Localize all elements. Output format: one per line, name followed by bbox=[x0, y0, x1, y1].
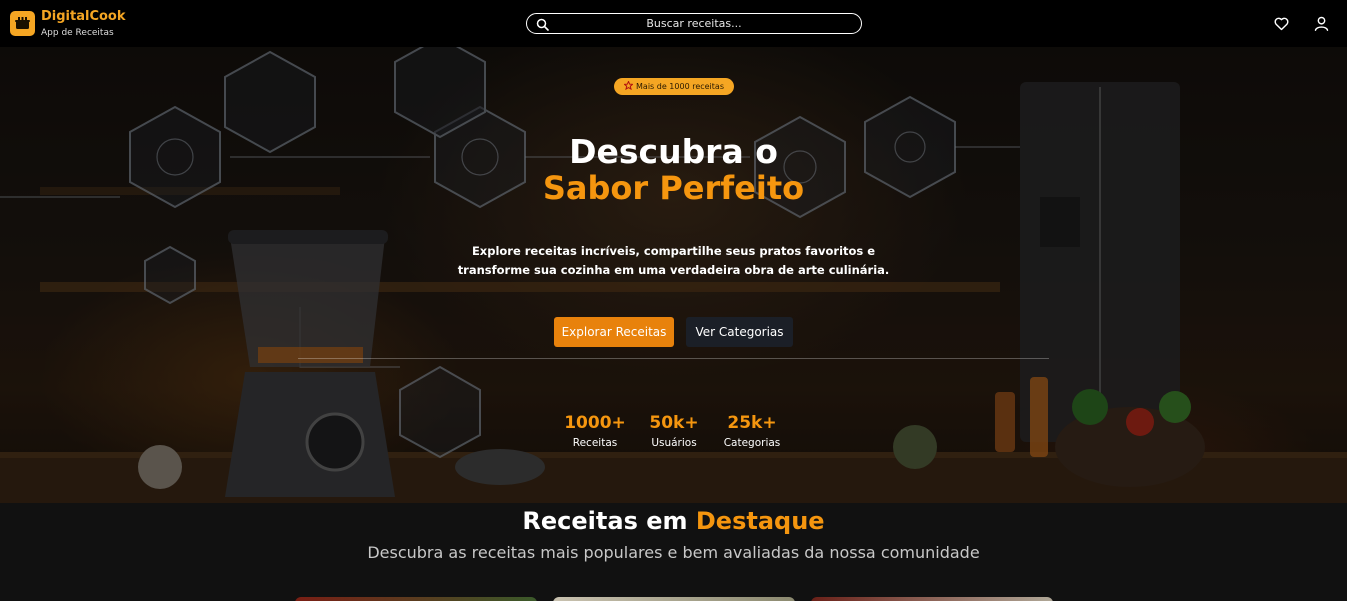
explore-recipes-button[interactable]: Explorar Receitas bbox=[554, 317, 674, 347]
stat-label: Usuários bbox=[651, 437, 697, 449]
hero-section: Mais de 1000 receitas Descubra o Sabor P… bbox=[0, 47, 1347, 503]
featured-title: Receitas em Destaque bbox=[0, 506, 1347, 536]
app-name: DigitalCook bbox=[41, 9, 126, 24]
recipe-card[interactable] bbox=[553, 597, 795, 601]
stat-recipes: 1000+ Receitas bbox=[560, 413, 630, 450]
stat-label: Receitas bbox=[572, 437, 618, 449]
heart-icon[interactable] bbox=[1273, 15, 1290, 32]
hero-title-line2: Sabor Perfeito bbox=[542, 169, 805, 207]
search-icon[interactable] bbox=[536, 16, 549, 35]
featured-title-white: Receitas em bbox=[522, 507, 688, 535]
featured-recipes-section: Receitas em Destaque Descubra as receita… bbox=[0, 503, 1347, 601]
top-navigation-bar: DigitalCook App de Receitas bbox=[0, 0, 1347, 47]
brand-logo[interactable]: DigitalCook App de Receitas bbox=[10, 9, 126, 40]
featured-subtitle: Descubra as receitas mais populares e be… bbox=[367, 543, 980, 562]
stat-value: 50k+ bbox=[649, 413, 699, 433]
stat-value: 25k+ bbox=[727, 413, 777, 433]
stat-label: Categorias bbox=[723, 437, 781, 449]
hero-description: Explore receitas incríveis, compartilhe … bbox=[457, 244, 890, 277]
badge-label: Mais de 1000 receitas bbox=[636, 82, 724, 91]
view-categories-button[interactable]: Ver Categorias bbox=[686, 317, 793, 347]
stat-categories: 25k+ Categorias bbox=[716, 413, 788, 450]
search-input[interactable] bbox=[527, 14, 861, 33]
app-subtitle: App de Receitas bbox=[41, 28, 114, 38]
hero-divider bbox=[298, 358, 1049, 359]
hero-title-line1: Descubra o bbox=[569, 132, 778, 171]
recipes-count-badge: Mais de 1000 receitas bbox=[614, 78, 734, 95]
stat-users: 50k+ Usuários bbox=[640, 413, 708, 450]
recipe-card[interactable] bbox=[811, 597, 1053, 601]
stat-value: 1000+ bbox=[564, 413, 626, 433]
user-icon[interactable] bbox=[1313, 15, 1330, 32]
featured-title-orange: Destaque bbox=[695, 507, 825, 535]
search-bar bbox=[526, 13, 862, 34]
recipe-card[interactable] bbox=[295, 597, 537, 601]
cooking-pot-icon bbox=[10, 11, 35, 36]
star-icon bbox=[623, 80, 634, 92]
